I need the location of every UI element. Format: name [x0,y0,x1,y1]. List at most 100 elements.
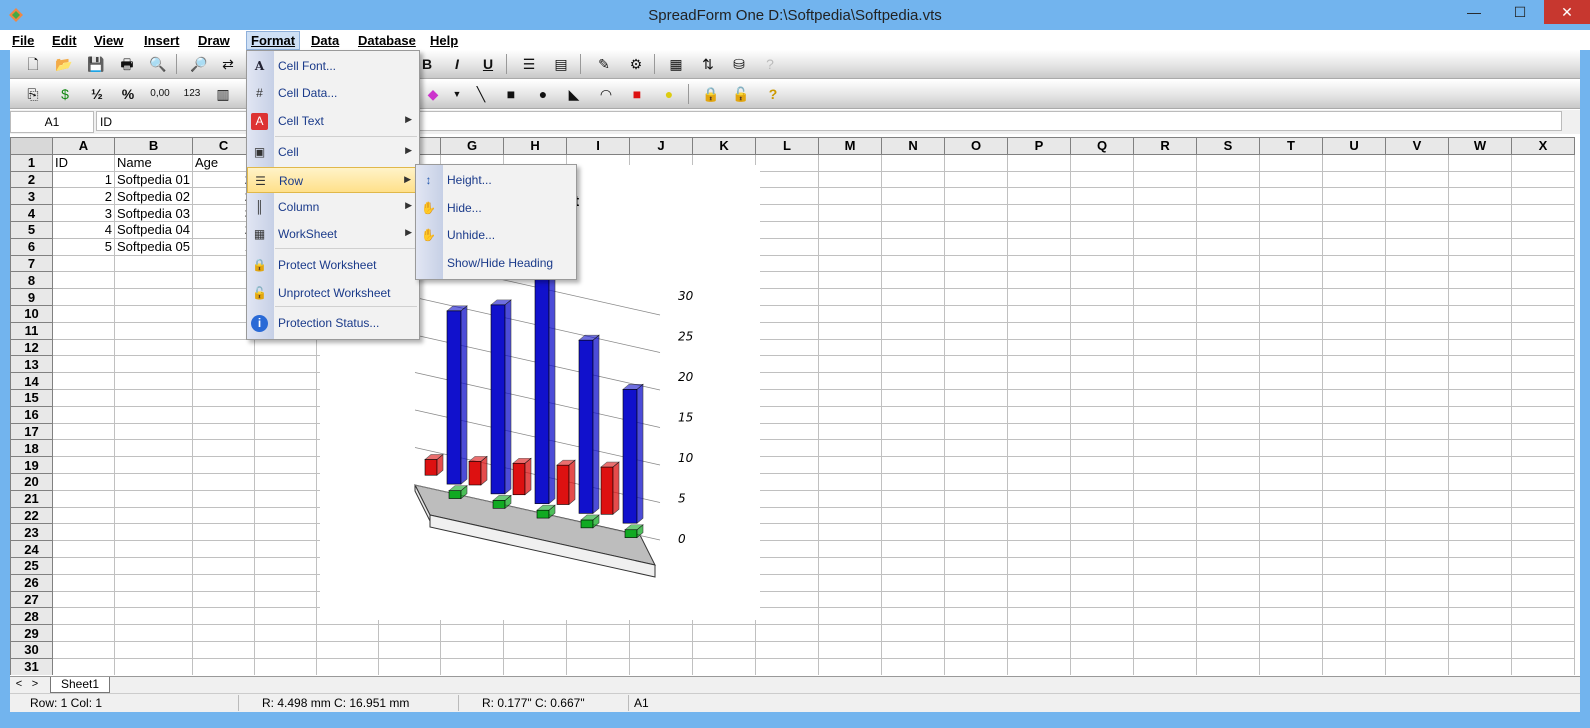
cell[interactable] [881,204,946,222]
cell[interactable] [254,523,318,542]
cell[interactable] [881,338,946,357]
row-header[interactable]: 30 [10,640,53,659]
row-header[interactable]: 27 [10,590,53,609]
cell[interactable] [1385,422,1450,441]
cell[interactable] [1385,540,1450,558]
cell[interactable] [1007,220,1072,239]
cell[interactable] [1322,288,1387,306]
cell[interactable] [1007,254,1072,273]
cell[interactable] [1322,640,1387,659]
cell[interactable] [1070,321,1135,340]
open-folder-icon[interactable]: 📂 [53,53,75,75]
cell-address-box[interactable]: A1 [10,111,94,133]
cell[interactable] [1133,220,1198,239]
row-header[interactable]: 24 [10,540,53,558]
cell[interactable] [52,355,115,374]
cell[interactable] [881,372,946,390]
cell[interactable] [1448,271,1513,290]
cell[interactable] [944,220,1009,239]
unlock-icon[interactable]: 🔓 [730,83,752,105]
cell[interactable] [1196,288,1261,306]
column-header[interactable]: I [566,137,631,155]
cell[interactable] [1322,220,1387,239]
cell[interactable] [1322,187,1387,206]
cell[interactable] [1196,657,1261,675]
cell[interactable] [1385,355,1450,374]
cell[interactable] [1007,405,1072,424]
cell[interactable] [944,271,1009,290]
cell[interactable] [944,405,1009,424]
cell[interactable] [1196,640,1261,659]
cell[interactable] [254,422,318,441]
lock-icon[interactable]: 🔒 [700,83,722,105]
cell[interactable] [818,372,883,390]
cell[interactable] [944,590,1009,609]
cell[interactable] [192,523,256,542]
cell[interactable] [755,624,820,642]
cell[interactable] [1070,338,1135,357]
cell[interactable] [1448,304,1513,323]
cell[interactable] [1133,439,1198,458]
cell[interactable] [818,271,883,290]
draw-rectangle-icon[interactable]: ■ [500,83,522,105]
format-menu-item[interactable]: ║ Column ▶ [247,194,419,220]
draw-polygon-icon[interactable]: ◣ [563,83,585,105]
cell[interactable] [440,657,505,675]
cell[interactable] [52,489,115,508]
cell[interactable] [818,237,883,256]
print-preview-icon[interactable]: 🔍 [147,53,169,75]
cell[interactable] [944,372,1009,390]
cell[interactable] [1007,388,1072,407]
cell[interactable] [1511,422,1576,441]
cell[interactable] [1385,372,1450,390]
cell[interactable] [1196,506,1261,525]
cell[interactable] [1259,657,1324,675]
cell[interactable] [1385,271,1450,290]
cell[interactable]: 4 [52,220,115,239]
cell[interactable] [254,489,318,508]
row-header[interactable]: 3 [10,187,53,206]
cell[interactable] [944,472,1009,491]
cell[interactable] [52,439,115,458]
cell[interactable] [1007,556,1072,575]
cell[interactable] [1322,456,1387,474]
cell[interactable] [1133,271,1198,290]
chart-wizard-icon[interactable]: ✎ [593,53,615,75]
cell[interactable]: Softpedia 05 [113,237,194,256]
menu-file[interactable]: File [8,32,38,49]
cell[interactable] [1385,153,1450,172]
row-submenu-item[interactable]: Show/Hide Heading [416,250,576,276]
cell[interactable] [1322,355,1387,374]
cell[interactable] [113,405,194,424]
cell[interactable] [1448,657,1513,675]
column-header[interactable]: J [629,137,694,155]
cell[interactable] [944,153,1009,172]
cell[interactable] [1007,540,1072,558]
cell[interactable] [1007,439,1072,458]
cell[interactable] [1511,338,1576,357]
cell[interactable] [254,590,318,609]
cell[interactable] [113,640,194,659]
cell[interactable] [113,304,194,323]
cell[interactable] [1196,540,1261,558]
cell[interactable] [1385,523,1450,542]
cell[interactable]: 3 [52,204,115,222]
cell[interactable] [440,640,505,659]
number-format-button[interactable]: 123 [177,83,207,105]
cell[interactable] [1196,573,1261,592]
cell[interactable] [755,271,820,290]
cell[interactable] [1511,556,1576,575]
cell[interactable] [113,288,194,306]
cell[interactable] [1196,607,1261,626]
cell[interactable] [1133,422,1198,441]
cell[interactable] [755,355,820,374]
cell[interactable] [1259,220,1324,239]
cell[interactable] [755,170,820,189]
column-header[interactable]: V [1385,137,1450,155]
cell[interactable]: Softpedia 03 [113,204,194,222]
row-header[interactable]: 19 [10,456,53,474]
cell[interactable] [52,254,115,273]
cell[interactable] [881,640,946,659]
cell[interactable] [1133,153,1198,172]
cell[interactable] [1259,422,1324,441]
